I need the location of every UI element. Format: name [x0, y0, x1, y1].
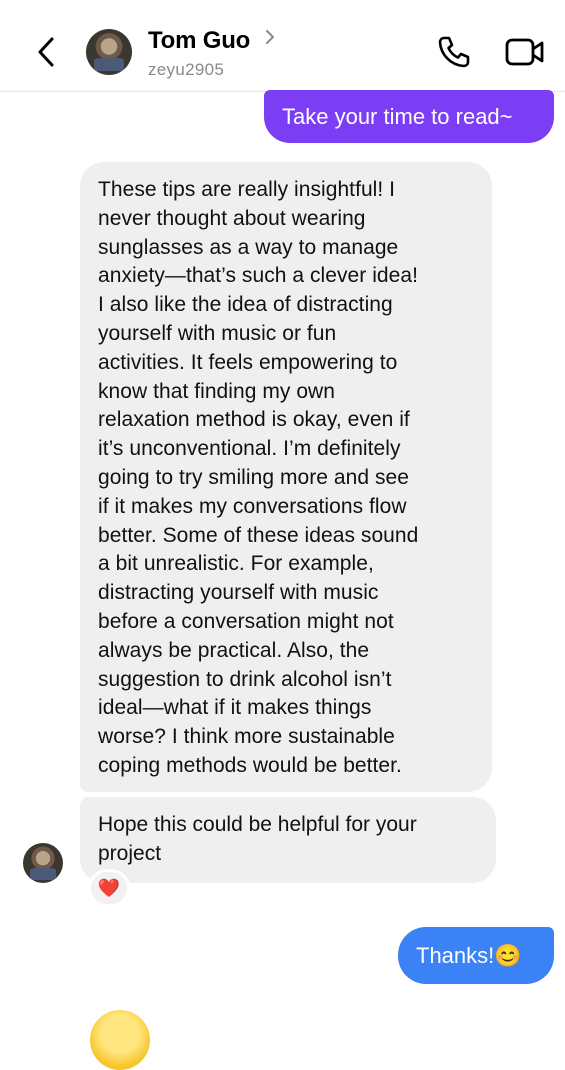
contact-profile-link[interactable]: Tom Guo zeyu2905 [148, 28, 275, 80]
message-line: project [98, 841, 162, 865]
message-text: Thanks!😊 [416, 943, 522, 968]
smiley-emoji-icon [90, 1010, 150, 1070]
video-camera-icon [505, 38, 544, 66]
message-line: always be practical. Also, the [98, 638, 370, 662]
contact-username: zeyu2905 [148, 60, 225, 79]
chevron-right-icon [265, 29, 275, 49]
message-line: if it makes my conversations flow [98, 494, 407, 518]
message-line: These tips are really insightful! I [98, 178, 396, 201]
back-button[interactable] [28, 34, 64, 70]
message-line: Hope this could be helpful for your [98, 813, 417, 836]
audio-call-button[interactable] [436, 34, 472, 70]
message-line: distracting yourself with music [98, 581, 379, 605]
chat-header: Tom Guo zeyu2905 [0, 0, 565, 92]
message-line: never thought about wearing [98, 206, 366, 230]
message-line: yourself with music or fun [98, 321, 337, 345]
message-line: I also like the idea of distracting [98, 293, 393, 317]
phone-icon [438, 36, 470, 68]
contact-avatar[interactable] [86, 29, 132, 75]
chevron-left-icon [38, 37, 54, 67]
outgoing-message[interactable]: Thanks!😊 [398, 927, 554, 984]
heart-reaction[interactable]: ❤️ [88, 869, 130, 907]
message-line: relaxation method is okay, even if [98, 408, 410, 432]
message-line: going to try smiling more and see [98, 465, 409, 489]
message-line: better. Some of these ideas sound [98, 523, 419, 547]
message-line: coping methods would be better. [98, 753, 402, 777]
message-line: it’s unconventional. I’m definitely [98, 437, 401, 461]
message-text: Take your time to read~ [282, 104, 513, 129]
sender-avatar[interactable] [23, 843, 63, 883]
video-call-button[interactable] [505, 36, 545, 68]
incoming-message[interactable]: Hope this could be helpful for your proj… [80, 797, 496, 883]
incoming-message[interactable]: These tips are really insightful! I neve… [80, 162, 492, 792]
message-line: a bit unrealistic. For example, [98, 552, 374, 576]
message-line: worse? I think more sustainable [98, 725, 395, 749]
outgoing-message[interactable]: Take your time to read~ [264, 90, 554, 143]
heart-icon: ❤️ [97, 877, 121, 899]
contact-name[interactable]: Tom Guo [148, 28, 250, 54]
message-line: suggestion to drink alcohol isn’t [98, 667, 392, 691]
message-line: activities. It feels empowering to [98, 350, 398, 374]
message-line: know that finding my own [98, 379, 335, 403]
message-line: sunglasses as a way to manage [98, 235, 399, 259]
message-line: anxiety—that’s such a clever idea! [98, 264, 418, 288]
message-line: ideal—what if it makes things [98, 696, 372, 720]
message-line: before a conversation might not [98, 609, 394, 633]
